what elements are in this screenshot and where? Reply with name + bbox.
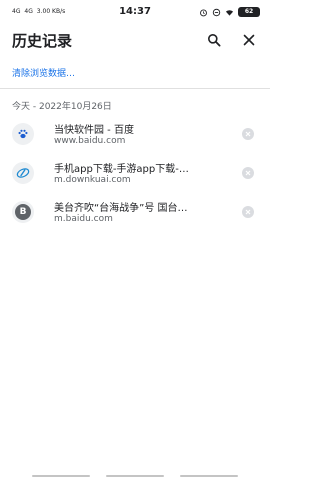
divider xyxy=(0,88,270,89)
history-item[interactable]: B 美台齐吹“台海战争”号 国台… m.baidu.com xyxy=(0,194,270,232)
search-icon xyxy=(208,34,221,47)
alarm-icon xyxy=(200,9,207,16)
history-item-title: 手机app下载-手游app下载-… xyxy=(54,164,189,175)
status-bar: 4G 4G 3.00 KB/s 14:37 62 xyxy=(0,0,270,24)
site-favicon xyxy=(12,123,34,145)
status-icons: 62 xyxy=(199,6,260,18)
remove-item-button[interactable] xyxy=(242,128,254,140)
nav-segment-center[interactable] xyxy=(106,475,164,477)
remove-item-button[interactable] xyxy=(242,167,254,179)
date-section-header: 今天 - 2022年10月26日 xyxy=(12,102,112,112)
site-favicon: B xyxy=(12,201,34,223)
page-title: 历史记录 xyxy=(12,32,73,50)
app-toolbar: 历史记录 xyxy=(0,24,270,56)
close-icon xyxy=(245,131,251,137)
nav-segment-right[interactable] xyxy=(180,475,238,477)
dnd-icon xyxy=(212,8,221,16)
system-navigation-bar xyxy=(0,470,270,480)
close-icon xyxy=(243,34,255,46)
history-item[interactable]: 手机app下载-手游app下载-… m.downkuai.com xyxy=(0,155,270,193)
letter-b-icon: B xyxy=(15,204,31,220)
downkuai-icon xyxy=(16,168,30,178)
close-icon xyxy=(245,209,251,215)
close-button[interactable] xyxy=(238,29,260,51)
wifi-icon xyxy=(225,9,234,16)
nav-segment-left[interactable] xyxy=(32,475,90,477)
remove-item-button[interactable] xyxy=(242,206,254,218)
clear-browsing-data-link[interactable]: 清除浏览数据… xyxy=(12,66,75,79)
history-item-title: 美台齐吹“台海战争”号 国台… xyxy=(54,203,188,214)
search-button[interactable] xyxy=(203,29,225,51)
paw-icon xyxy=(18,129,28,139)
history-item[interactable]: 当快软件园 - 百度 www.baidu.com xyxy=(0,116,270,154)
close-icon xyxy=(245,170,251,176)
battery-indicator: 62 xyxy=(238,7,260,17)
site-favicon xyxy=(12,162,34,184)
history-item-url: www.baidu.com xyxy=(54,136,126,146)
history-item-url: m.baidu.com xyxy=(54,214,113,224)
history-item-title: 当快软件园 - 百度 xyxy=(54,125,134,136)
history-item-url: m.downkuai.com xyxy=(54,175,131,185)
